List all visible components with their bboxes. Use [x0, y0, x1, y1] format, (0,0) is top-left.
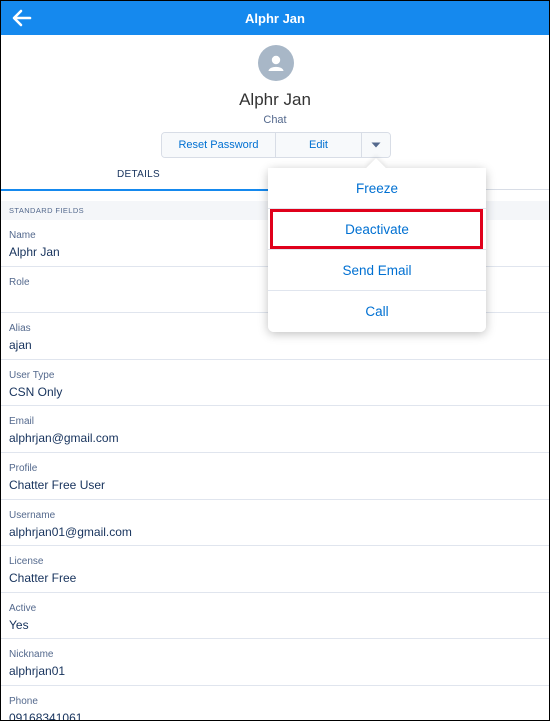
user-avatar-icon	[258, 45, 294, 81]
field-license: License Chatter Free	[1, 546, 549, 593]
field-value: Alphr Jan	[9, 245, 60, 259]
field-label: Email	[9, 416, 35, 428]
field-label: Alias	[9, 323, 31, 335]
page-title: Alphr Jan	[245, 10, 305, 26]
menu-item-call[interactable]: Call	[268, 291, 486, 332]
menu-item-deactivate[interactable]: Deactivate	[268, 209, 486, 250]
action-button-group: Reset Password Edit	[161, 132, 391, 158]
field-username: Username alphrjan01@gmail.com	[1, 500, 549, 547]
user-name: Alphr Jan	[239, 90, 311, 109]
field-value: CSN Only	[9, 384, 63, 399]
caret-down-icon	[371, 142, 381, 148]
field-label: Role	[9, 276, 30, 288]
arrow-left-icon[interactable]	[11, 8, 33, 28]
field-value: Chatter Free	[9, 571, 77, 586]
field-label: Username	[9, 509, 56, 521]
field-label: Nickname	[9, 649, 54, 661]
field-label: Profile	[9, 462, 38, 474]
field-value: Chatter Free User	[9, 477, 106, 492]
field-label: User Type	[9, 369, 55, 381]
field-active: Active Yes	[1, 593, 549, 640]
menu-item-freeze[interactable]: Freeze	[268, 168, 486, 209]
actions-dropdown-menu: Freeze Deactivate Send Email Call	[268, 158, 486, 332]
tab-details[interactable]: DETAILS	[1, 159, 276, 191]
field-value: Yes	[9, 617, 29, 632]
field-email: Email alphrjan@gmail.com	[1, 406, 549, 453]
more-actions-button[interactable]	[362, 133, 390, 157]
field-label: Active	[9, 602, 37, 614]
field-value: alphrjan@gmail.com	[9, 431, 119, 446]
user-subtitle: Chat	[263, 114, 287, 126]
field-label: License	[9, 556, 44, 568]
field-profile: Profile Chatter Free User	[1, 453, 549, 500]
field-label: Name	[9, 230, 36, 241]
field-user-type: User Type CSN Only	[1, 360, 549, 407]
field-label: Phone	[9, 695, 38, 707]
edit-button[interactable]: Edit	[276, 133, 362, 157]
field-value: alphrjan01@gmail.com	[9, 524, 132, 539]
field-value: ajan	[9, 338, 32, 353]
field-phone: Phone 09168341061	[1, 686, 549, 721]
field-nickname: Nickname alphrjan01	[1, 639, 549, 686]
field-value: alphrjan01	[9, 664, 66, 679]
field-value: 09168341061	[9, 710, 83, 721]
reset-password-button[interactable]: Reset Password	[162, 133, 276, 157]
menu-item-send-email[interactable]: Send Email	[268, 250, 486, 291]
app-window: Alphr Jan Alphr Jan Chat Reset Password …	[0, 0, 550, 721]
top-bar: Alphr Jan	[1, 1, 549, 35]
